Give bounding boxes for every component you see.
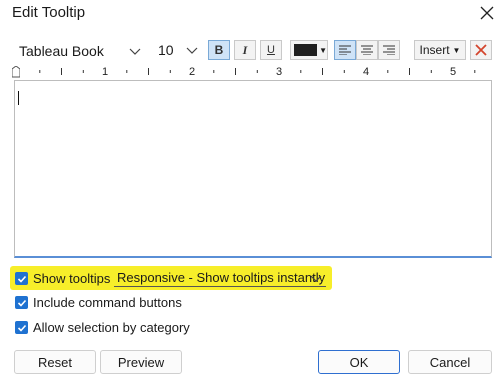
tooltip-editor[interactable] — [14, 80, 492, 258]
include-commands-checkbox[interactable] — [15, 296, 28, 309]
ruler-label: 5 — [450, 66, 456, 78]
align-right-icon — [383, 45, 395, 55]
font-color-button[interactable]: ▼ — [290, 40, 328, 60]
checkmark-icon — [17, 275, 26, 283]
clear-formatting-button[interactable] — [470, 40, 492, 60]
bold-button[interactable]: B — [208, 40, 230, 60]
dialog-title: Edit Tooltip — [12, 4, 86, 21]
insert-label: Insert — [419, 43, 450, 57]
insert-button[interactable]: Insert ▼ — [414, 40, 466, 60]
font-family-select[interactable]: Tableau Book — [14, 40, 146, 60]
ruler-label: 3 — [276, 66, 282, 78]
dropdown-arrow-icon: ▼ — [452, 45, 461, 55]
close-icon — [480, 6, 494, 20]
ruler: 1 2 3 4 5 — [39, 66, 476, 78]
preview-button[interactable]: Preview — [100, 350, 182, 374]
checkmark-icon — [17, 324, 26, 332]
font-color-swatch — [294, 44, 318, 56]
indent-marker[interactable] — [12, 66, 20, 78]
text-caret — [18, 91, 19, 105]
dropdown-arrow-icon: ▼ — [319, 45, 327, 55]
ruler-label: 1 — [102, 66, 108, 78]
italic-button[interactable]: I — [234, 40, 256, 60]
ruler-label: 4 — [363, 66, 369, 78]
align-center-button[interactable] — [356, 40, 378, 60]
font-family-value: Tableau Book — [19, 43, 104, 59]
allow-selection-checkbox[interactable] — [15, 321, 28, 334]
font-size-value: 10 — [158, 42, 174, 58]
ok-button[interactable]: OK — [318, 350, 400, 374]
clear-icon — [475, 44, 487, 56]
font-size-select[interactable]: 10 — [154, 40, 202, 60]
align-center-icon — [361, 45, 373, 55]
reset-button[interactable]: Reset — [14, 350, 96, 374]
close-button[interactable] — [474, 0, 500, 26]
cancel-button[interactable]: Cancel — [408, 350, 492, 374]
checkmark-icon — [17, 299, 26, 307]
show-tooltips-checkbox[interactable] — [15, 272, 28, 285]
chevron-down-icon — [186, 47, 198, 54]
chevron-down-icon — [310, 275, 322, 282]
align-left-icon — [339, 45, 351, 55]
align-right-button[interactable] — [378, 40, 400, 60]
underline-button[interactable]: U — [260, 40, 282, 60]
include-commands-label[interactable]: Include command buttons — [33, 295, 182, 310]
chevron-down-icon — [129, 48, 141, 55]
ruler-label: 2 — [189, 66, 195, 78]
align-left-button[interactable] — [334, 40, 356, 60]
tooltip-mode-value: Responsive - Show tooltips instantly — [117, 270, 326, 285]
show-tooltips-label[interactable]: Show tooltips — [33, 271, 110, 286]
tooltip-mode-select[interactable]: Responsive - Show tooltips instantly — [114, 269, 326, 287]
allow-selection-label[interactable]: Allow selection by category — [33, 320, 190, 335]
